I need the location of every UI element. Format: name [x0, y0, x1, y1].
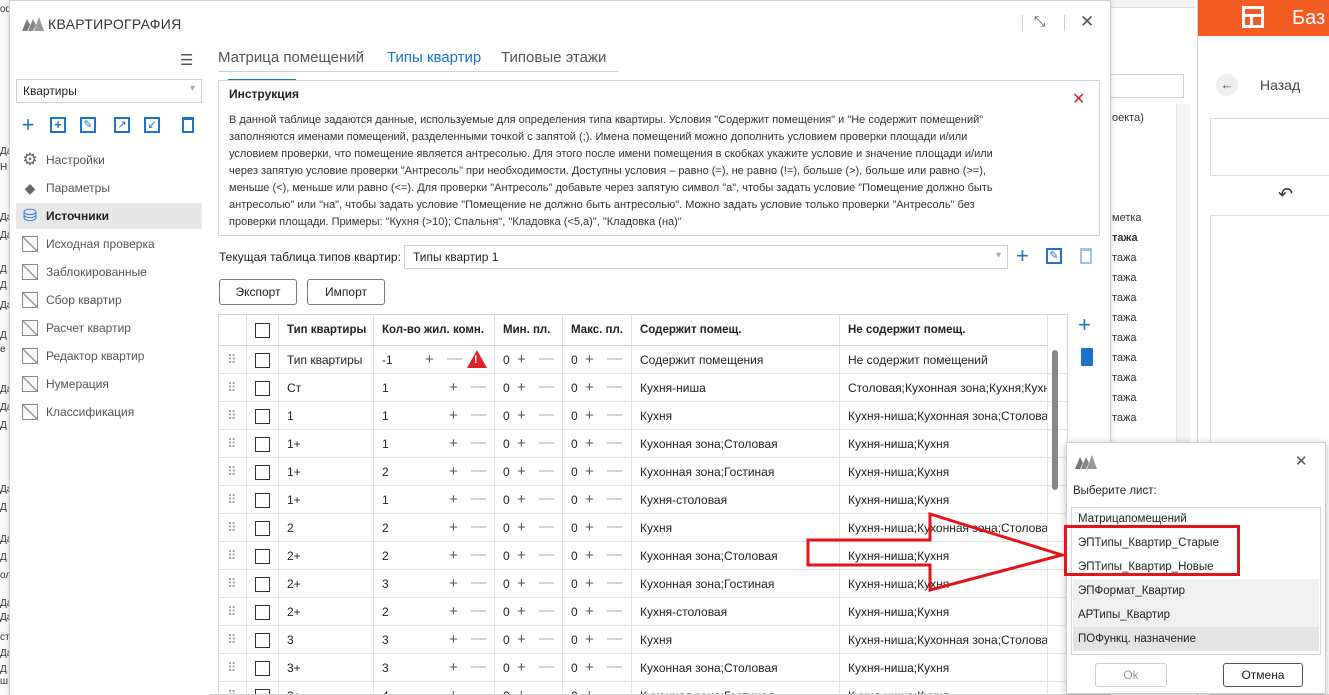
annotation-highlight-box: [1064, 525, 1240, 576]
annotation-arrow: [806, 511, 1068, 592]
